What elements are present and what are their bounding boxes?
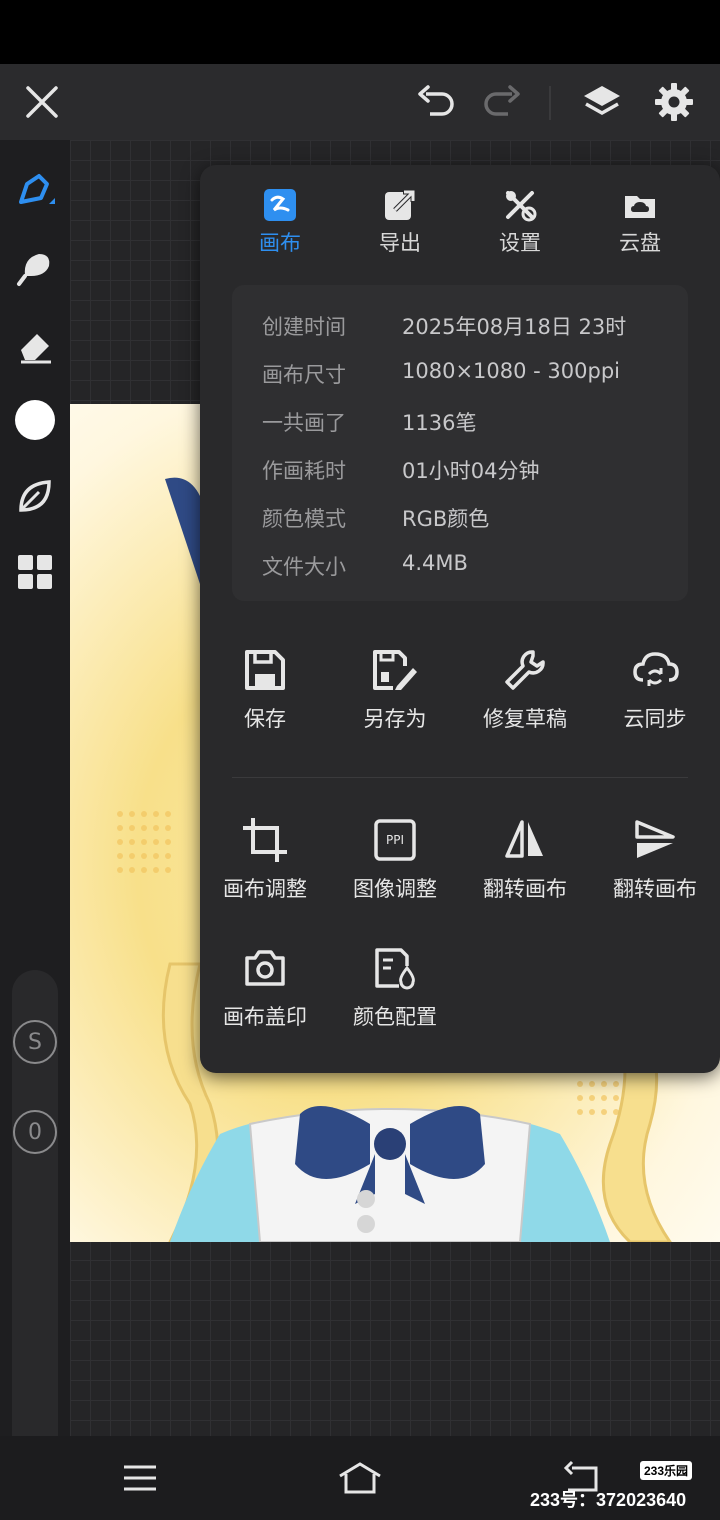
flip-vertical-icon [630,815,680,865]
brush-icon[interactable] [11,166,59,214]
info-color-mode: 颜色模式 RGB颜色 [262,503,489,537]
tab-canvas[interactable]: 画布 [220,185,340,265]
leaf-icon[interactable] [11,472,59,520]
flip-horizontal-icon [500,815,550,865]
tab-export[interactable]: 导出 [340,185,460,265]
crop-icon [240,815,290,865]
info-key: 创建时间 [262,315,346,339]
canvas-adjust-button[interactable]: 画布调整 [200,815,330,903]
action-label: 翻转画布 [483,877,567,901]
save-as-icon [370,645,420,695]
gear-icon[interactable] [650,78,698,126]
grid-icon[interactable] [11,548,59,596]
action-label: 颜色配置 [353,1005,437,1029]
home-icon[interactable] [334,1452,386,1504]
undo-icon[interactable] [412,78,460,126]
tab-cloud-drive[interactable]: 云盘 [580,185,700,265]
image-adjust-button[interactable]: PPI 图像调整 [330,815,460,903]
status-bar [0,0,720,64]
canvas-menu-panel: 画布 导出 设置 云盘 创建时间 2025年08月18日 23时 画布尺寸 10… [200,165,720,1073]
cloud-sync-button[interactable]: 云同步 [590,645,720,733]
eraser-icon[interactable] [11,322,59,370]
info-value: 2025年08月18日 23时 [402,315,627,339]
action-label: 画布调整 [223,877,307,901]
color-profile-button[interactable]: 颜色配置 [330,943,460,1031]
smudge-icon[interactable] [11,244,59,292]
repair-draft-button[interactable]: 修复草稿 [460,645,590,733]
color-swatch[interactable] [11,396,59,444]
info-key: 作画耗时 [262,459,346,483]
export-icon [380,185,420,225]
size-badge[interactable]: S [13,1020,57,1064]
action-label: 云同步 [623,707,687,731]
top-toolbar [0,64,720,140]
tools-icon [500,185,540,225]
info-value: 01小时04分钟 [402,459,540,483]
flip-horizontal-button[interactable]: 翻转画布 [460,815,590,903]
info-time-spent: 作画耗时 01小时04分钟 [262,455,539,489]
cloud-sync-icon [630,645,680,695]
info-strokes: 一共画了 1136笔 [262,407,476,441]
action-label: 画布盖印 [223,1005,307,1029]
info-key: 颜色模式 [262,507,346,531]
info-created: 创建时间 2025年08月18日 23时 [262,311,626,345]
layers-icon[interactable] [578,78,626,126]
info-key: 画布尺寸 [262,363,346,387]
ppi-icon: PPI [370,815,420,865]
flip-vertical-button[interactable]: 翻转画布 [590,815,720,903]
toolbar-divider [549,86,551,120]
tab-label: 设置 [499,231,541,255]
tab-label: 云盘 [619,231,661,255]
info-canvas-size: 画布尺寸 1080×1080 - 300ppi [262,359,620,393]
info-file-size: 文件大小 4.4MB [262,551,468,585]
tab-label: 画布 [259,231,301,255]
info-key: 文件大小 [262,555,346,579]
canvas-icon [260,185,300,225]
tab-settings[interactable]: 设置 [460,185,580,265]
info-value: RGB颜色 [402,507,490,531]
info-value: 1080×1080 - 300ppi [402,359,620,383]
action-label: 翻转画布 [613,877,697,901]
info-value: 1136笔 [402,411,477,435]
camera-icon [240,943,290,993]
divider [232,777,688,778]
save-icon [240,645,290,695]
action-label: 图像调整 [353,877,437,901]
redo-icon[interactable] [478,78,526,126]
action-label: 另存为 [363,707,427,731]
action-label: 保存 [244,707,286,731]
watermark-badge: 233乐园 [640,1461,693,1480]
color-profile-icon [370,943,420,993]
cloud-drive-icon [620,185,660,225]
save-button[interactable]: 保存 [200,645,330,733]
info-key: 一共画了 [262,411,346,435]
save-as-button[interactable]: 另存为 [330,645,460,733]
action-label: 修复草稿 [483,707,567,731]
ppi-icon-text: PPI [385,833,404,847]
wrench-icon [500,645,550,695]
opacity-badge[interactable]: 0 [13,1110,57,1154]
tool-rail: S 0 [0,140,70,1480]
menu-icon[interactable] [114,1452,166,1504]
close-icon[interactable] [18,78,66,126]
canvas-info-card: 创建时间 2025年08月18日 23时 画布尺寸 1080×1080 - 30… [232,285,688,601]
tab-label: 导出 [379,231,421,255]
canvas-stamp-button[interactable]: 画布盖印 [200,943,330,1031]
info-value: 4.4MB [402,551,468,575]
watermark-text: 233号：372023640 [530,1490,687,1510]
